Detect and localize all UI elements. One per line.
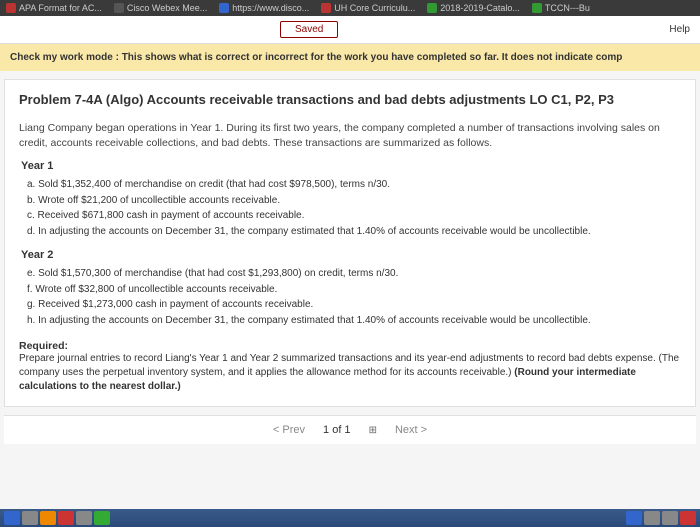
- transaction-item: g. Received $1,273,000 cash in payment o…: [27, 298, 681, 313]
- taskbar-icon[interactable]: [76, 511, 92, 525]
- taskbar-icon[interactable]: [680, 511, 696, 525]
- required-section: Required: Prepare journal entries to rec…: [19, 340, 681, 394]
- help-link[interactable]: Help: [669, 24, 690, 35]
- problem-description: Liang Company began operations in Year 1…: [19, 121, 681, 150]
- check-work-text: Check my work mode : This shows what is …: [10, 52, 622, 63]
- browser-tab[interactable]: APA Format for AC...: [0, 3, 108, 13]
- year1-transactions: a. Sold $1,352,400 of merchandise on cre…: [27, 178, 681, 239]
- transaction-item: h. In adjusting the accounts on December…: [27, 314, 681, 329]
- taskbar-icon[interactable]: [40, 511, 56, 525]
- saved-status: Saved: [280, 21, 338, 38]
- tab-favicon: [219, 3, 229, 13]
- tab-favicon: [114, 3, 124, 13]
- required-text: Prepare journal entries to record Liang'…: [19, 352, 681, 394]
- pagination-bar: < Prev 1 of 1 ⊞ Next >: [4, 415, 696, 444]
- browser-tab[interactable]: Cisco Webex Mee...: [108, 3, 213, 13]
- year2-transactions: e. Sold $1,570,300 of merchandise (that …: [27, 267, 681, 328]
- taskbar-icon[interactable]: [626, 511, 642, 525]
- transaction-item: a. Sold $1,352,400 of merchandise on cre…: [27, 178, 681, 193]
- browser-tab[interactable]: TCCN---Bu: [526, 3, 596, 13]
- taskbar-icon[interactable]: [22, 511, 38, 525]
- prev-button[interactable]: < Prev: [273, 424, 305, 436]
- transaction-item: c. Received $671,800 cash in payment of …: [27, 209, 681, 224]
- tab-favicon: [6, 3, 16, 13]
- transaction-item: d. In adjusting the accounts on December…: [27, 225, 681, 240]
- taskbar-icon[interactable]: [662, 511, 678, 525]
- transaction-item: f. Wrote off $32,800 of uncollectible ac…: [27, 283, 681, 298]
- taskbar-icon[interactable]: [644, 511, 660, 525]
- browser-tab[interactable]: https://www.disco...: [213, 3, 315, 13]
- check-work-banner: Check my work mode : This shows what is …: [0, 44, 700, 71]
- next-button[interactable]: Next >: [395, 424, 427, 436]
- browser-tab-bar: APA Format for AC... Cisco Webex Mee... …: [0, 0, 700, 16]
- tab-favicon: [321, 3, 331, 13]
- app-toolbar: Saved Help: [0, 16, 700, 44]
- tab-favicon: [427, 3, 437, 13]
- year1-heading: Year 1: [21, 160, 681, 172]
- page-count: 1 of 1: [323, 424, 351, 436]
- grid-icon[interactable]: ⊞: [369, 425, 377, 436]
- transaction-item: b. Wrote off $21,200 of uncollectible ac…: [27, 194, 681, 209]
- os-taskbar: [0, 509, 700, 527]
- taskbar-icon[interactable]: [94, 511, 110, 525]
- transaction-item: e. Sold $1,570,300 of merchandise (that …: [27, 267, 681, 282]
- browser-tab[interactable]: 2018-2019-Catalo...: [421, 3, 526, 13]
- required-label: Required:: [19, 340, 681, 352]
- taskbar-icon[interactable]: [4, 511, 20, 525]
- problem-title: Problem 7-4A (Algo) Accounts receivable …: [19, 92, 681, 107]
- browser-tab[interactable]: UH Core Curriculu...: [315, 3, 421, 13]
- tab-favicon: [532, 3, 542, 13]
- taskbar-icon[interactable]: [58, 511, 74, 525]
- problem-panel: Problem 7-4A (Algo) Accounts receivable …: [4, 79, 696, 407]
- year2-heading: Year 2: [21, 249, 681, 261]
